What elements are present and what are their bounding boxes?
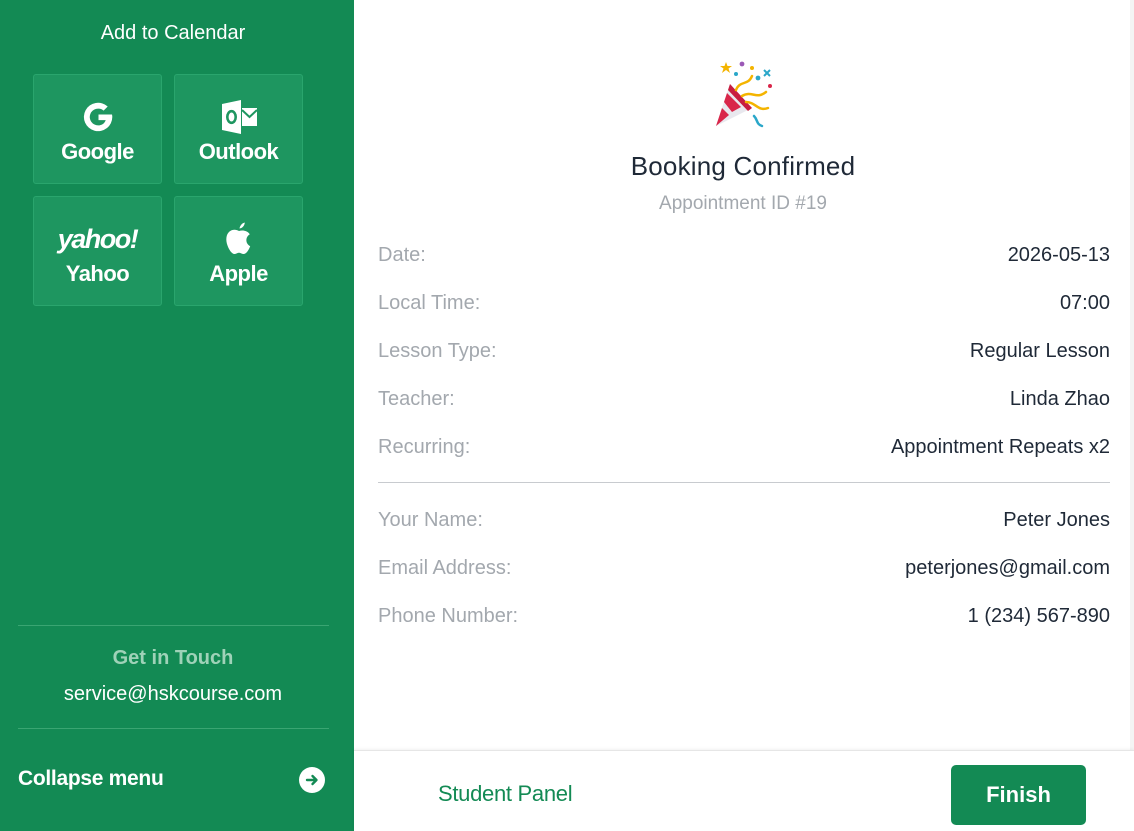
student-panel-link[interactable]: Student Panel [438, 781, 573, 807]
arrow-right-circle-icon[interactable] [299, 767, 325, 793]
detail-value: 07:00 [1059, 292, 1110, 314]
detail-value: Regular Lesson [969, 340, 1110, 362]
detail-row-recurring: Recurring: Appointment Repeats x2 [378, 436, 1110, 464]
detail-label: Local Time: [378, 292, 481, 314]
party-popper-icon [712, 56, 776, 134]
scrollbar-track[interactable] [1130, 0, 1134, 750]
contact-label: Phone Number: [378, 605, 519, 627]
footer-bar: Student Panel Finish [354, 750, 1134, 831]
detail-row-teacher: Teacher: Linda Zhao [378, 388, 1110, 416]
details-divider [378, 482, 1110, 483]
contact-label: Email Address: [378, 557, 512, 579]
appointment-id: Appointment ID #19 [659, 193, 827, 214]
detail-value: Linda Zhao [1009, 388, 1110, 410]
add-to-outlook-calendar-button[interactable]: Outlook [174, 74, 303, 184]
detail-value: 2026-05-13 [1007, 244, 1110, 266]
contact-value: Peter Jones [1003, 509, 1110, 531]
google-label: Google [61, 139, 134, 164]
finish-button[interactable]: Finish [951, 765, 1086, 825]
confirmation-panel: Booking Confirmed Appointment ID #19 Dat… [354, 0, 1134, 750]
sidebar-divider [18, 728, 329, 729]
apple-label: Apple [209, 261, 268, 286]
contact-row-email: Email Address: peterjones@gmail.com [378, 557, 1110, 585]
contact-row-phone: Phone Number: 1 (234) 567-890 [378, 605, 1110, 633]
detail-row-lesson-type: Lesson Type: Regular Lesson [378, 340, 1110, 368]
add-to-calendar-title: Add to Calendar [100, 22, 246, 44]
add-to-apple-calendar-button[interactable]: Apple [174, 196, 303, 306]
booking-confirmed-title: Booking Confirmed [630, 151, 856, 181]
detail-row-date: Date: 2026-05-13 [378, 244, 1110, 272]
detail-value: Appointment Repeats x2 [890, 436, 1110, 458]
add-to-google-calendar-button[interactable]: Google [33, 74, 162, 184]
detail-label: Teacher: [378, 388, 455, 410]
contact-value: 1 (234) 567-890 [967, 605, 1110, 627]
detail-label: Date: [378, 244, 426, 266]
outlook-icon [175, 97, 302, 137]
apple-icon [175, 219, 302, 259]
yahoo-icon: yahoo! [34, 219, 161, 259]
contact-email-link[interactable]: service@hskcourse.com [0, 683, 346, 706]
yahoo-label: Yahoo [65, 261, 130, 286]
google-icon [34, 97, 161, 137]
detail-label: Recurring: [378, 436, 471, 458]
add-to-yahoo-calendar-button[interactable]: yahoo! Yahoo [33, 196, 162, 306]
detail-label: Lesson Type: [378, 340, 497, 362]
contact-value: peterjones@gmail.com [905, 557, 1110, 579]
sidebar-divider [18, 625, 329, 626]
contact-row-name: Your Name: Peter Jones [378, 509, 1110, 537]
sidebar: Add to Calendar Google Outlook yahoo! Ya… [0, 0, 354, 831]
outlook-label: Outlook [198, 139, 279, 164]
detail-row-local-time: Local Time: 07:00 [378, 292, 1110, 320]
contact-label: Your Name: [378, 509, 483, 531]
get-in-touch-title: Get in Touch [112, 647, 234, 669]
collapse-menu-button[interactable]: Collapse menu [18, 767, 164, 791]
yahoo-logo: yahoo! [57, 223, 139, 254]
